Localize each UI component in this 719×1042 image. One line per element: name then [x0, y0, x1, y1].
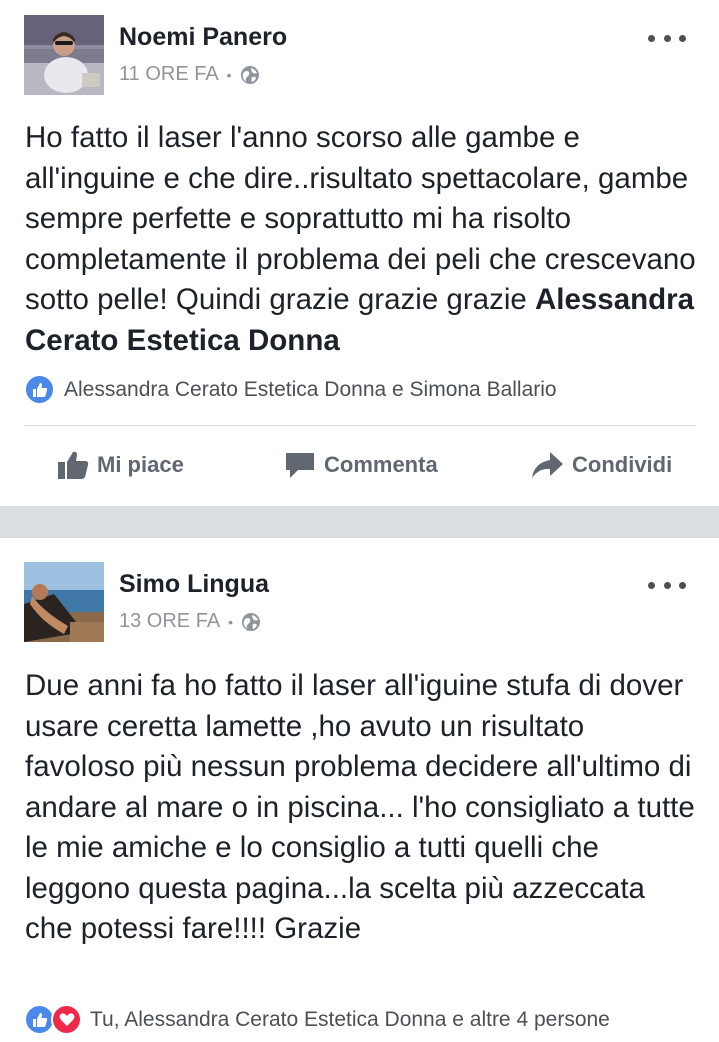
meta-separator: •: [228, 613, 234, 630]
reactions-summary[interactable]: Alessandra Cerato Estetica Donna e Simon…: [24, 374, 557, 405]
reactions-summary[interactable]: Tu, Alessandra Cerato Estetica Donna e a…: [24, 1004, 610, 1035]
post-meta: 13 ORE FA •: [119, 610, 261, 633]
reactions-text: Tu, Alessandra Cerato Estetica Donna e a…: [90, 1007, 610, 1031]
comment-button[interactable]: Commenta: [284, 450, 438, 480]
globe-icon: [240, 65, 260, 85]
divider: [24, 425, 696, 426]
thumbs-up-icon: [58, 451, 89, 479]
globe-icon: [241, 612, 261, 632]
like-label: Mi piace: [97, 452, 184, 477]
comment-label: Commenta: [324, 452, 438, 477]
post-time[interactable]: 11 ORE FA: [119, 63, 219, 86]
more-options-icon[interactable]: [648, 31, 686, 45]
comment-icon: [286, 453, 314, 478]
love-reaction-icon: [51, 1004, 82, 1035]
like-button[interactable]: Mi piace: [57, 450, 184, 480]
meta-separator: •: [226, 66, 232, 83]
author-name[interactable]: Noemi Panero: [119, 23, 287, 52]
more-options-icon[interactable]: [648, 578, 686, 592]
author-name[interactable]: Simo Lingua: [119, 570, 269, 599]
share-icon: [532, 452, 563, 478]
post-text: Ho fatto il laser l'anno scorso alle gam…: [25, 118, 705, 361]
reactions-text: Alessandra Cerato Estetica Donna e Simon…: [64, 377, 557, 401]
feed-separator: [0, 506, 719, 538]
post-time[interactable]: 13 ORE FA: [119, 610, 220, 633]
author-avatar[interactable]: [24, 15, 104, 95]
post-noemi-panero: Noemi Panero 11 ORE FA • Ho fatto il las…: [0, 0, 719, 506]
share-label: Condividi: [572, 452, 673, 477]
post-meta: 11 ORE FA •: [119, 63, 260, 86]
post-text: Due anni fa ho fatto il laser all'iguine…: [25, 669, 695, 945]
share-button[interactable]: Condividi: [530, 450, 672, 480]
post-simo-lingua: Simo Lingua 13 ORE FA • Due anni fa ho f…: [0, 538, 719, 1042]
like-reaction-icon: [24, 374, 55, 405]
author-avatar[interactable]: [24, 562, 104, 642]
